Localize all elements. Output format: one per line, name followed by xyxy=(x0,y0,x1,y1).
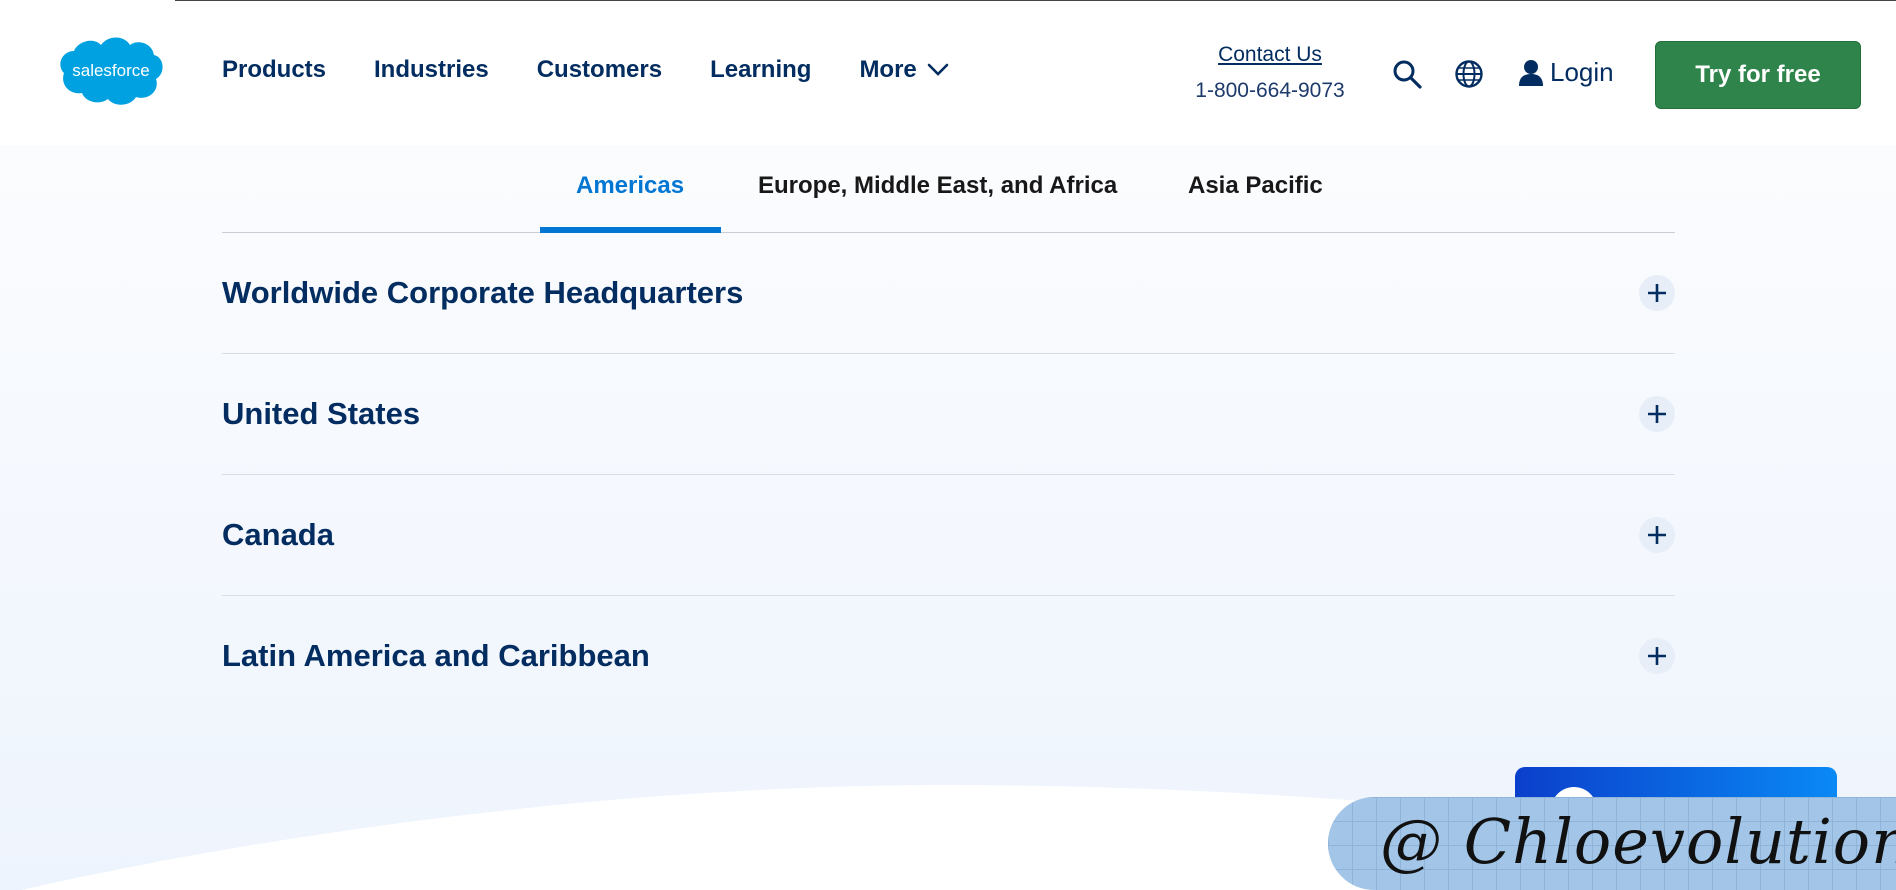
nav-learning[interactable]: Learning xyxy=(710,56,811,84)
try-for-free-button[interactable]: Try for free xyxy=(1655,41,1861,109)
accordion-title: Latin America and Caribbean xyxy=(222,638,650,673)
site-header: salesforce Products Industries Customers… xyxy=(0,1,1896,145)
salesforce-logo[interactable]: salesforce xyxy=(56,33,166,107)
nav-products-label: Products xyxy=(222,56,327,83)
accordion-item[interactable]: United States xyxy=(222,354,1675,475)
chevron-down-icon xyxy=(927,63,949,76)
login-label: Login xyxy=(1550,57,1614,87)
login-button[interactable]: Login xyxy=(1518,57,1614,88)
accordion-title: United States xyxy=(222,396,421,431)
accordion-item[interactable]: Canada xyxy=(222,475,1675,596)
logo-wordmark: salesforce xyxy=(72,61,149,80)
accordion-title: Canada xyxy=(222,517,334,552)
accordion-item[interactable]: Latin America and Caribbean xyxy=(222,596,1675,716)
watermark: @ Chloevolution xyxy=(1328,797,1896,890)
nav-more-label: More xyxy=(859,56,917,83)
nav-industries-label: Industries xyxy=(374,56,489,83)
contact-block: Contact Us 1-800-664-9073 xyxy=(1170,43,1370,103)
globe-icon[interactable] xyxy=(1454,59,1484,89)
nav-learning-label: Learning xyxy=(710,56,812,83)
tab-emea[interactable]: Europe, Middle East, and Africa xyxy=(758,172,1117,200)
tab-asia-pacific[interactable]: Asia Pacific xyxy=(1188,172,1323,200)
tab-americas[interactable]: Americas xyxy=(576,172,684,200)
plus-icon[interactable] xyxy=(1639,275,1675,311)
watermark-text: @ Chloevolution xyxy=(1380,805,1896,878)
nav-customers-label: Customers xyxy=(536,56,663,83)
user-icon xyxy=(1519,59,1543,86)
accordion-item[interactable]: Worldwide Corporate Headquarters xyxy=(222,233,1675,354)
plus-icon[interactable] xyxy=(1639,517,1675,553)
phone-number[interactable]: 1-800-664-9073 xyxy=(1170,79,1370,103)
region-tabs: Americas Europe, Middle East, and Africa… xyxy=(222,145,1675,233)
plus-icon[interactable] xyxy=(1639,396,1675,432)
nav-industries[interactable]: Industries xyxy=(374,56,489,84)
accordion-title: Worldwide Corporate Headquarters xyxy=(222,275,744,310)
plus-icon[interactable] xyxy=(1639,638,1675,674)
nav-products[interactable]: Products xyxy=(222,56,326,84)
offices-section: Americas Europe, Middle East, and Africa… xyxy=(0,145,1896,890)
contact-us-link[interactable]: Contact Us xyxy=(1170,43,1370,67)
main-nav: Products Industries Customers Learning M… xyxy=(222,56,997,84)
nav-more[interactable]: More xyxy=(859,56,949,84)
nav-customers[interactable]: Customers xyxy=(537,56,662,84)
search-icon[interactable] xyxy=(1392,59,1422,89)
